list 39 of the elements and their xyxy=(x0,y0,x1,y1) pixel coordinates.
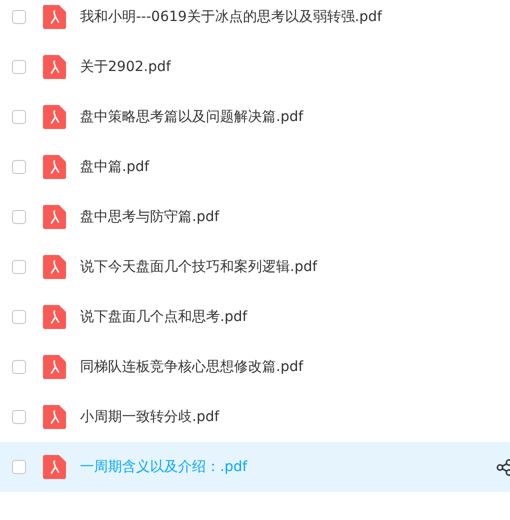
file-row[interactable]: 同梯队连板竞争核心思想修改篇.pdf xyxy=(0,342,510,392)
file-row[interactable]: 盘中思考与防守篇.pdf xyxy=(0,192,510,242)
pdf-icon xyxy=(43,305,66,329)
checkbox[interactable] xyxy=(12,160,26,174)
pdf-icon xyxy=(43,55,66,79)
pdf-icon xyxy=(43,455,66,479)
pdf-icon xyxy=(43,405,66,429)
file-row[interactable]: 说下今天盘面几个技巧和案列逻辑.pdf xyxy=(0,242,510,292)
checkbox[interactable] xyxy=(12,10,26,24)
pdf-icon xyxy=(43,155,66,179)
file-name[interactable]: 同梯队连板竞争核心思想修改篇.pdf xyxy=(80,358,304,376)
file-name[interactable]: 说下今天盘面几个技巧和案列逻辑.pdf xyxy=(80,258,318,276)
file-row[interactable]: 关于2902.pdf xyxy=(0,42,510,92)
pdf-icon xyxy=(43,205,66,229)
share-icon[interactable] xyxy=(496,459,510,476)
file-name[interactable]: 关于2902.pdf xyxy=(80,58,171,76)
pdf-icon xyxy=(43,355,66,379)
checkbox[interactable] xyxy=(12,60,26,74)
checkbox[interactable] xyxy=(12,460,26,474)
file-name[interactable]: 我和小明---0619关于冰点的思考以及弱转强.pdf xyxy=(80,8,382,26)
file-name[interactable]: 说下盘面几个点和思考.pdf xyxy=(80,308,248,326)
pdf-icon xyxy=(43,105,66,129)
checkbox[interactable] xyxy=(12,360,26,374)
file-name[interactable]: 盘中思考与防守篇.pdf xyxy=(80,208,220,226)
pdf-icon xyxy=(43,255,66,279)
file-row[interactable]: 我和小明---0619关于冰点的思考以及弱转强.pdf xyxy=(0,0,510,42)
pdf-icon xyxy=(43,5,66,29)
checkbox[interactable] xyxy=(12,210,26,224)
file-row[interactable]: 盘中篇.pdf xyxy=(0,142,510,192)
file-row[interactable]: 说下盘面几个点和思考.pdf xyxy=(0,292,510,342)
file-row[interactable]: 小周期一致转分歧.pdf xyxy=(0,392,510,442)
file-name[interactable]: 盘中篇.pdf xyxy=(80,158,150,176)
checkbox[interactable] xyxy=(12,260,26,274)
checkbox[interactable] xyxy=(12,410,26,424)
file-name[interactable]: 小周期一致转分歧.pdf xyxy=(80,408,220,426)
checkbox[interactable] xyxy=(12,110,26,124)
file-row[interactable]: 盘中策略思考篇以及问题解决篇.pdf xyxy=(0,92,510,142)
checkbox[interactable] xyxy=(12,310,26,324)
file-name[interactable]: 盘中策略思考篇以及问题解决篇.pdf xyxy=(80,108,304,126)
